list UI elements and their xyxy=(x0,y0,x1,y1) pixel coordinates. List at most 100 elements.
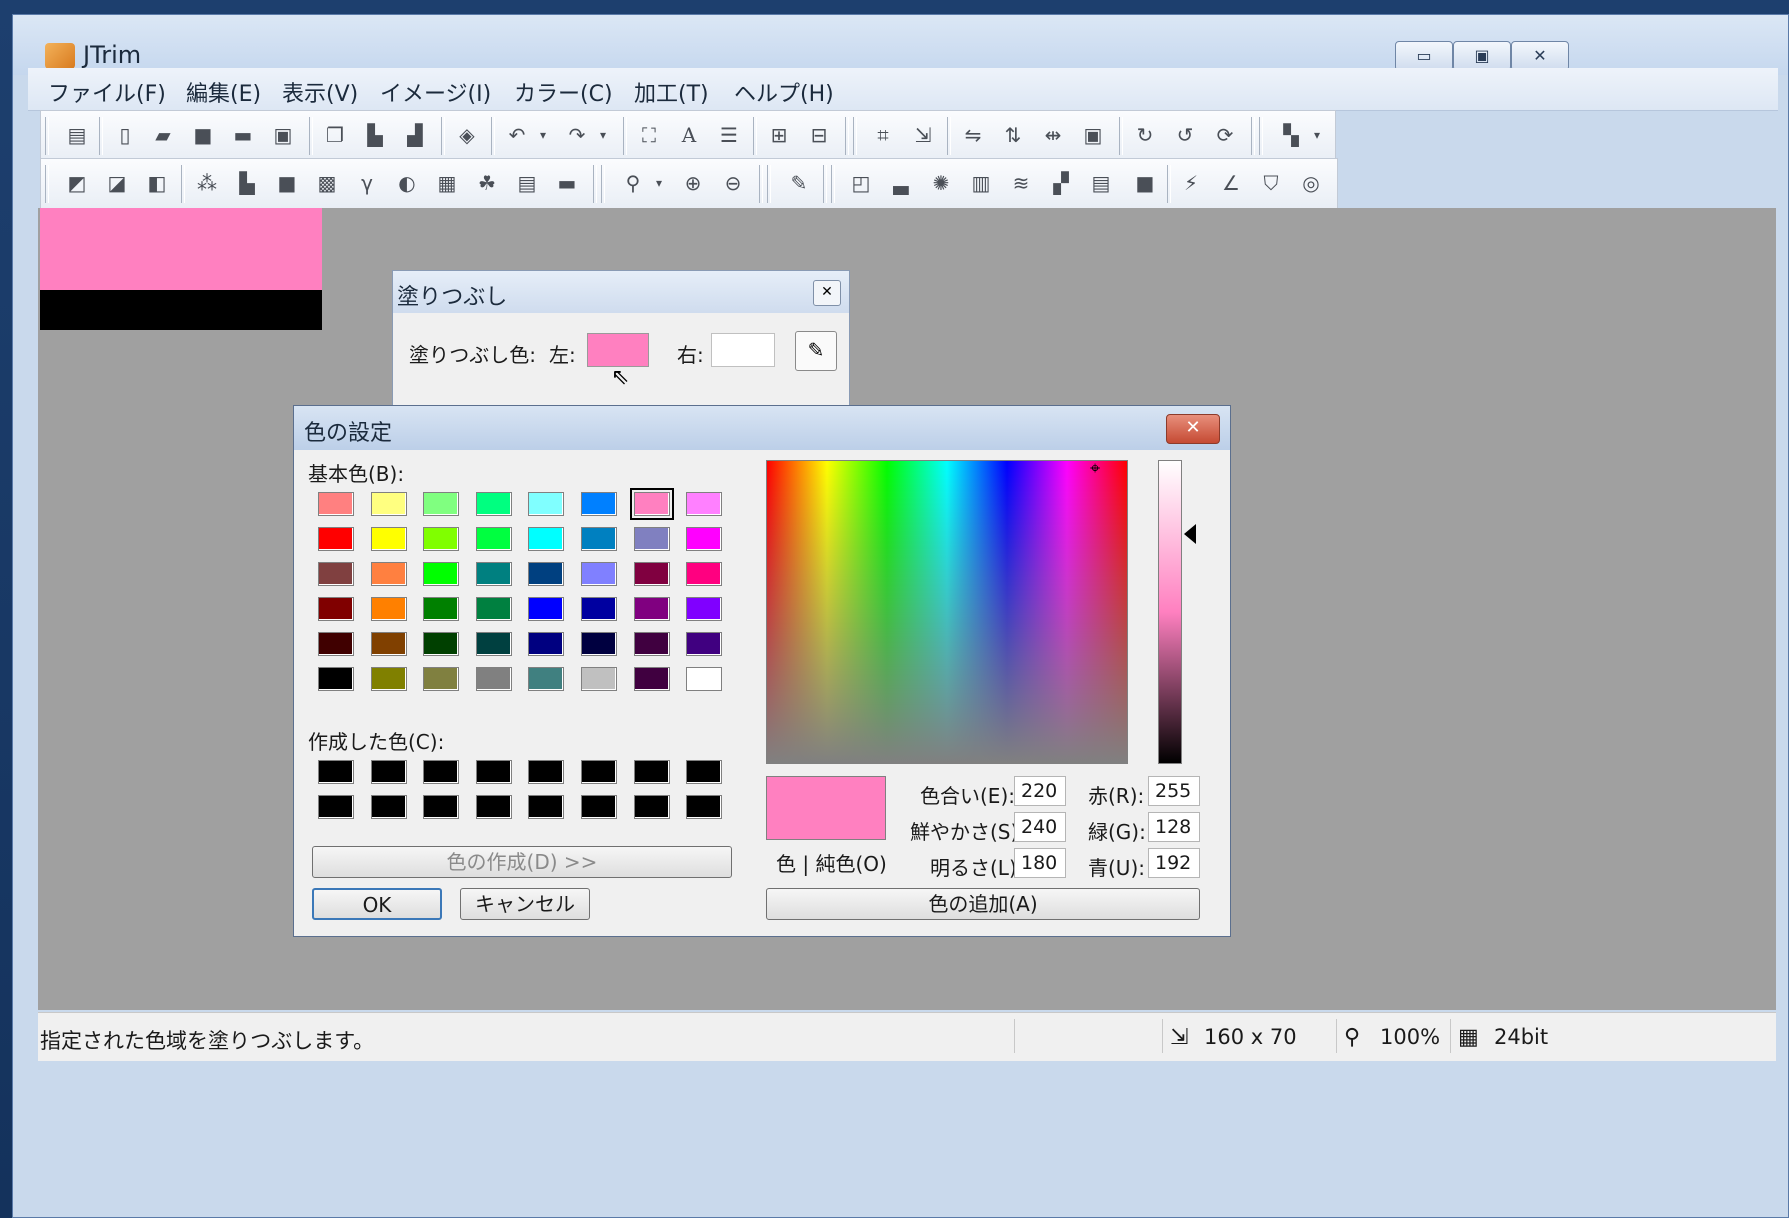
custom-color-swatch[interactable] xyxy=(633,795,670,819)
menu-edit[interactable]: 編集(E) xyxy=(186,76,261,108)
custom-color-swatch[interactable] xyxy=(370,795,407,819)
basic-color-swatch[interactable] xyxy=(423,492,460,516)
basic-color-swatch[interactable] xyxy=(370,492,407,516)
basic-color-swatch[interactable] xyxy=(686,562,723,586)
ok-button[interactable]: OK xyxy=(312,888,442,920)
dither-icon[interactable]: ▦ xyxy=(433,169,461,197)
xor-icon[interactable]: ▤ xyxy=(513,169,541,197)
fill-square-icon[interactable]: ■ xyxy=(273,169,301,197)
new-window-icon[interactable]: ▤ xyxy=(63,121,91,149)
basic-color-swatch[interactable] xyxy=(633,527,670,551)
brick-icon[interactable]: ▤ xyxy=(1087,169,1115,197)
invert-icon[interactable]: ▬ xyxy=(553,169,581,197)
rotate-free-icon[interactable]: ⟳ xyxy=(1211,121,1239,149)
basic-color-swatch[interactable] xyxy=(686,492,723,516)
basic-color-swatch[interactable] xyxy=(528,527,565,551)
fit-window-icon[interactable]: ⛶ xyxy=(635,121,663,149)
color-spectrum[interactable] xyxy=(766,460,1128,764)
zoom-dropdown-icon[interactable]: ▾ xyxy=(645,169,673,197)
green-field[interactable]: 128 xyxy=(1148,812,1200,842)
rotate-left-90-icon[interactable]: ↺ xyxy=(1171,121,1199,149)
basic-color-swatch[interactable] xyxy=(475,597,512,621)
fill-right-color-swatch[interactable] xyxy=(711,333,775,367)
minimize-button[interactable]: ▭ xyxy=(1395,41,1453,71)
blue-field[interactable]: 192 xyxy=(1148,848,1200,878)
basic-color-swatch[interactable] xyxy=(370,597,407,621)
basic-color-swatch[interactable] xyxy=(423,597,460,621)
stamp-icon[interactable]: ◈ xyxy=(453,121,481,149)
cancel-button[interactable]: キャンセル xyxy=(460,888,590,920)
redo-dropdown-icon[interactable]: ▾ xyxy=(589,121,617,149)
rgb-icon[interactable]: ☘ xyxy=(473,169,501,197)
maximize-button[interactable]: ▣ xyxy=(1453,41,1511,71)
basic-color-swatch[interactable] xyxy=(370,667,407,691)
basic-color-swatch[interactable] xyxy=(423,632,460,656)
effect-2-icon[interactable]: ◪ xyxy=(103,169,131,197)
basic-color-swatch[interactable] xyxy=(370,632,407,656)
basic-color-swatch[interactable] xyxy=(686,597,723,621)
color-solid-label[interactable]: 色 | 純色(O) xyxy=(776,848,887,877)
swirl-icon[interactable]: ◎ xyxy=(1297,169,1325,197)
basic-color-swatch[interactable] xyxy=(528,562,565,586)
basic-color-swatch[interactable] xyxy=(318,492,354,516)
custom-color-swatch[interactable] xyxy=(475,795,512,819)
basic-color-swatch[interactable] xyxy=(423,562,460,586)
align-icon[interactable]: ☰ xyxy=(715,121,743,149)
basic-color-swatch[interactable] xyxy=(475,667,512,691)
basic-color-swatch[interactable] xyxy=(581,632,617,656)
luminance-arrow-icon[interactable] xyxy=(1184,524,1196,544)
basic-color-swatch[interactable] xyxy=(686,527,723,551)
layer-icon[interactable]: ◰ xyxy=(847,169,875,197)
custom-color-swatch[interactable] xyxy=(633,760,670,784)
basic-color-swatch[interactable] xyxy=(318,667,354,691)
basic-color-swatch[interactable] xyxy=(370,527,407,551)
new-file-icon[interactable]: ▯ xyxy=(111,121,139,149)
canvas-size-icon[interactable]: ⇹ xyxy=(1039,121,1067,149)
flip-horizontal-icon[interactable]: ⇋ xyxy=(959,121,987,149)
zoom-out-icon[interactable]: ⊖ xyxy=(719,169,747,197)
custom-color-swatch[interactable] xyxy=(581,795,617,819)
spectrum-crosshair-icon[interactable]: ⌖ xyxy=(1090,460,1100,478)
basic-color-swatch[interactable] xyxy=(475,562,512,586)
undo-icon[interactable]: ↶ xyxy=(503,121,531,149)
custom-color-swatch[interactable] xyxy=(423,795,460,819)
menu-help[interactable]: ヘルプ(H) xyxy=(734,76,834,108)
basic-color-swatch[interactable] xyxy=(686,667,723,691)
basic-color-swatch[interactable] xyxy=(633,597,670,621)
color-dialog-close-icon[interactable]: ✕ xyxy=(1166,414,1220,444)
sun-icon[interactable]: ✺ xyxy=(927,169,955,197)
resize-icon[interactable]: ⇲ xyxy=(909,121,937,149)
flip-vertical-icon[interactable]: ⇅ xyxy=(999,121,1027,149)
custom-color-swatch[interactable] xyxy=(686,795,723,819)
paste-new-icon[interactable]: ▟ xyxy=(401,121,429,149)
grid-icon[interactable]: ⊞ xyxy=(765,121,793,149)
menu-file[interactable]: ファイル(F) xyxy=(48,76,166,108)
gamma-icon[interactable]: γ xyxy=(353,169,381,197)
menu-color[interactable]: カラー(C) xyxy=(514,76,613,108)
thumbnail-icon[interactable]: ⊟ xyxy=(805,121,833,149)
custom-color-swatch[interactable] xyxy=(528,760,565,784)
fill-left-color-swatch[interactable] xyxy=(587,333,649,367)
basic-color-swatch[interactable] xyxy=(475,492,512,516)
custom-color-swatch[interactable] xyxy=(318,760,354,784)
save-icon[interactable]: ■ xyxy=(189,121,217,149)
edge-icon[interactable]: ⚡ xyxy=(1177,169,1205,197)
effects-dropdown-icon[interactable]: ▾ xyxy=(1303,121,1331,149)
add-to-custom-colors-button[interactable]: 色の追加(A) xyxy=(766,888,1200,920)
basic-color-swatch[interactable] xyxy=(318,562,354,586)
luminance-field[interactable]: 180 xyxy=(1014,848,1066,878)
basic-color-swatch[interactable] xyxy=(528,597,565,621)
basic-color-swatch[interactable] xyxy=(633,632,670,656)
basic-color-swatch[interactable] xyxy=(528,632,565,656)
basic-color-swatch[interactable] xyxy=(423,527,460,551)
effects-menu-icon[interactable]: ▚ xyxy=(1277,121,1305,149)
basic-color-swatch[interactable] xyxy=(633,562,670,586)
custom-color-swatch[interactable] xyxy=(318,795,354,819)
solid-icon[interactable]: ■ xyxy=(1131,169,1159,197)
custom-color-swatch[interactable] xyxy=(686,760,723,784)
fill-dialog-close-icon[interactable]: ✕ xyxy=(813,280,841,306)
paste-icon[interactable]: ▙ xyxy=(361,121,389,149)
define-custom-colors-button[interactable]: 色の作成(D) >> xyxy=(312,846,732,878)
texture-icon[interactable]: ▥ xyxy=(967,169,995,197)
basic-color-swatch[interactable] xyxy=(318,527,354,551)
